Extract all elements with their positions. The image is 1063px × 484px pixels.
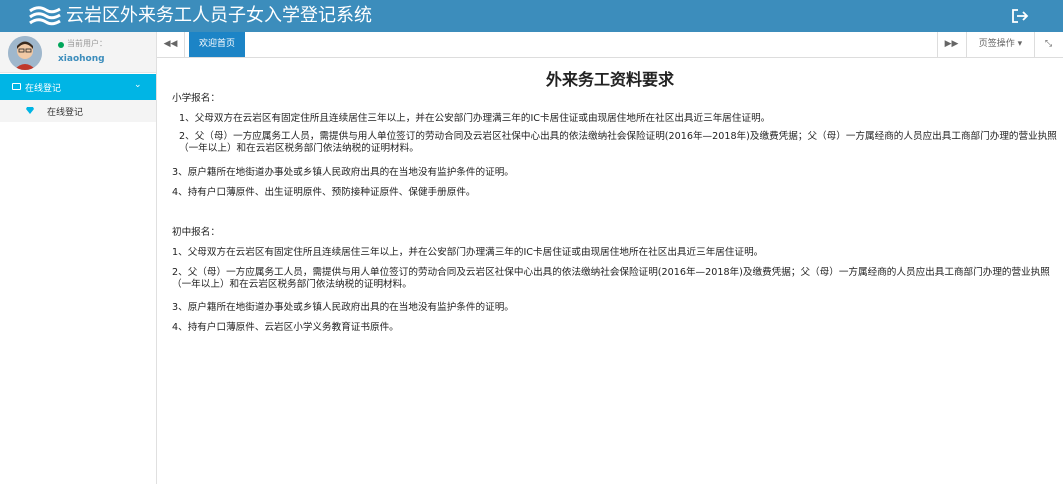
diamond-icon	[26, 107, 34, 114]
avatar	[8, 36, 42, 70]
submenu-label: 在线登记	[47, 108, 84, 118]
primary-item-3: 3、原户籍所在地街道办事处或乡镇人民政府出具的在当地没有监护条件的证明。	[172, 167, 514, 178]
top-header-bar: 云岩区外来务工人员子女入学登记系统	[0, 0, 1063, 32]
tab-scroll-left-button[interactable]: ◀◀	[157, 32, 185, 57]
junior-item-1: 1、父母双方在云岩区有固定住所且连续居住三年以上，并在公安部门办理满三年的IC卡…	[172, 247, 764, 258]
user-panel: 当前用户： xiaohong	[0, 32, 156, 73]
menu-label: 在线登记	[25, 84, 62, 94]
junior-heading: 初中报名：	[172, 227, 220, 238]
tab-operations-label: 页签操作	[978, 39, 1015, 49]
page-title: 外来务工资料要求	[545, 70, 674, 89]
junior-item-3: 3、原户籍所在地街道办事处或乡镇人民政府出具的在当地没有监护条件的证明。	[172, 302, 514, 313]
chevron-down-icon: ⌄	[134, 80, 142, 90]
menu-online-register[interactable]: 在线登记 ⌄	[0, 74, 156, 100]
username: xiaohong	[58, 54, 105, 64]
tab-bar: ◀◀ 欢迎首页 ▶▶ 页签操作 ▾ ⤡	[157, 32, 1063, 58]
caret-down-icon: ▾	[1017, 39, 1023, 49]
main-content: 外来务工资料要求 小学报名： 1、父母双方在云岩区有固定住所且连续居住三年以上，…	[157, 59, 1063, 484]
tab-welcome-home[interactable]: 欢迎首页	[189, 32, 246, 57]
junior-item-2: 2、父（母）一方应属务工人员，需提供与用人单位签订的劳动合同及云岩区社保中心出具…	[172, 267, 1050, 290]
primary-heading: 小学报名：	[172, 93, 220, 104]
id-card-icon	[12, 83, 21, 90]
fullscreen-icon[interactable]: ⤡	[1034, 32, 1062, 57]
logout-icon[interactable]	[1011, 8, 1029, 24]
primary-item-2: 2、父（母）一方应属务工人员，需提供与用人单位签订的劳动合同及云岩区社保中心出具…	[179, 131, 1057, 154]
tab-operations-dropdown[interactable]: 页签操作 ▾	[966, 32, 1034, 57]
sidebar: 当前用户： xiaohong 在线登记 ⌄ 在线登记	[0, 32, 157, 484]
junior-item-4: 4、持有户口薄原件、云岩区小学义务教育证书原件。	[172, 322, 399, 333]
online-status-icon	[58, 42, 64, 48]
primary-item-4: 4、持有户口薄原件、出生证明原件、预防接种证原件、保健手册原件。	[172, 187, 476, 198]
submenu-item-online-register[interactable]: 在线登记	[0, 100, 156, 122]
app-title: 云岩区外来务工人员子女入学登记系统	[66, 5, 372, 26]
cloud-logo-icon	[29, 6, 61, 26]
primary-item-1: 1、父母双方在云岩区有固定住所且连续居住三年以上，并在公安部门办理满三年的IC卡…	[179, 113, 771, 124]
tab-scroll-right-button[interactable]: ▶▶	[937, 32, 965, 57]
current-user-label: 当前用户：	[67, 39, 107, 48]
